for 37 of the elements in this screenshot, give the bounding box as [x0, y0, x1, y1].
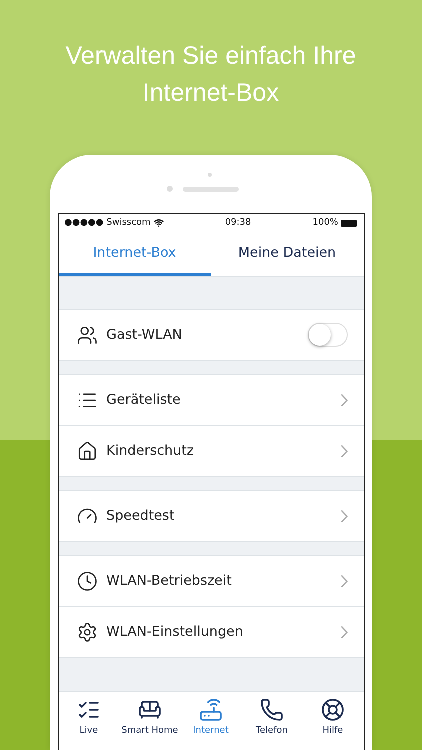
- nav-item[interactable]: Internet: [180, 692, 242, 750]
- row-label[interactable]: WLAN-Betriebszeit: [106, 573, 332, 589]
- clock-icon: [76, 570, 98, 592]
- camera-icon: [167, 186, 173, 192]
- tab[interactable]: Internet-Box: [58, 232, 211, 276]
- nav-item[interactable]: Smart Home: [120, 692, 180, 750]
- row-label[interactable]: Kinderschutz: [106, 443, 332, 459]
- house-icon: [76, 440, 98, 462]
- carrier-name: ●●●●● Swisscom: [64, 218, 151, 228]
- phone-icon: [260, 698, 284, 722]
- router-icon: [199, 698, 223, 722]
- row-label[interactable]: Speedtest: [106, 508, 332, 524]
- camera-icon: [208, 173, 212, 177]
- chevron-icon: [340, 394, 348, 406]
- chevron-icon: [340, 510, 348, 522]
- battery-percent: 100%: [312, 218, 338, 228]
- nav-item[interactable]: Telefon: [242, 692, 302, 750]
- row-label[interactable]: Gast-WLAN: [106, 327, 298, 343]
- lifebuoy-icon: [321, 698, 345, 722]
- chevron-icon: [340, 626, 348, 638]
- wifi-icon: [154, 218, 164, 228]
- chevron-icon: [340, 574, 348, 588]
- chevron-icon: [340, 444, 348, 458]
- headline: Internet-Box: [142, 78, 280, 108]
- row-label[interactable]: Geräteliste: [106, 392, 332, 408]
- battery-icon: [341, 220, 358, 226]
- clock-time: 09:38: [225, 218, 252, 228]
- row-label[interactable]: WLAN-Einstellungen: [106, 624, 332, 640]
- nav-item[interactable]: Live: [58, 692, 120, 750]
- tab[interactable]: Meine Dateien: [211, 232, 364, 276]
- speaker-icon: [183, 187, 239, 192]
- toggle-switch[interactable]: [308, 323, 348, 347]
- people-icon: [76, 324, 98, 346]
- nav-item[interactable]: Hilfe: [302, 692, 364, 750]
- settings-icon: [76, 622, 98, 642]
- sofa-icon: [138, 698, 162, 722]
- headline: Verwalten Sie einfach Ihre: [66, 40, 356, 72]
